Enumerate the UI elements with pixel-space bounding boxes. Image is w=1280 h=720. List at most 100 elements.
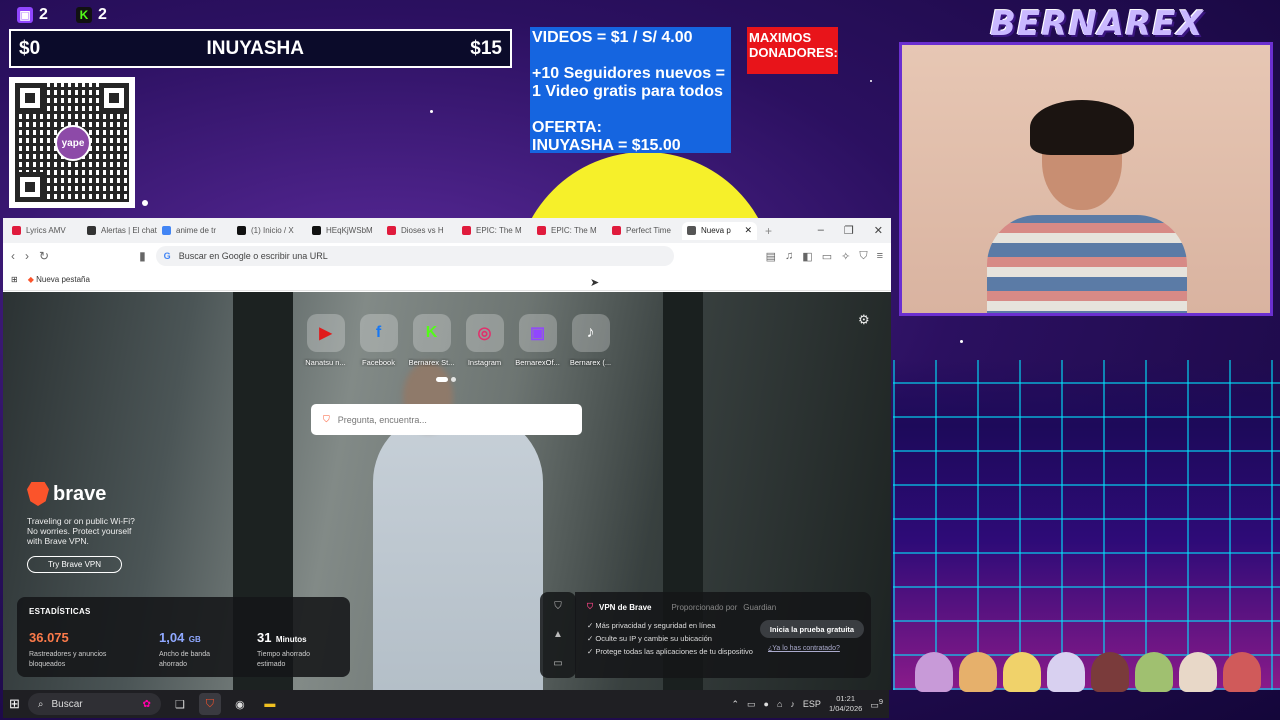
shortcut-tile[interactable]: K Bernarex St... bbox=[409, 314, 454, 367]
back-icon[interactable]: ‹ bbox=[11, 249, 15, 263]
stat-value: 1,04 bbox=[159, 630, 185, 645]
vpn-icon[interactable]: ⛉ bbox=[859, 250, 867, 263]
obs-icon[interactable]: ◉ bbox=[229, 693, 251, 715]
brave-promo-text: Traveling or on public Wi-Fi? No worries… bbox=[27, 516, 135, 546]
minimize-icon[interactable]: – bbox=[818, 224, 824, 237]
bookmark-icon[interactable]: ▮ bbox=[139, 249, 146, 263]
shortcut-tile[interactable]: ♪ Bernarex (... bbox=[568, 314, 613, 367]
shortcut-label: Nanatsu n... bbox=[305, 358, 346, 367]
brave-shield-icon bbox=[687, 226, 696, 235]
youtube-icon bbox=[612, 226, 621, 235]
wallet-icon[interactable]: ▭ bbox=[822, 250, 832, 263]
address-bar[interactable]: G Buscar en Google o escribir una URL bbox=[155, 246, 674, 266]
browser-tab[interactable]: EPIC: The M bbox=[532, 222, 607, 240]
promo-line: 1 Video gratis para todos bbox=[532, 83, 723, 100]
shortcut-pager[interactable] bbox=[436, 377, 456, 382]
webcam-feed bbox=[899, 42, 1273, 316]
shortcut-tile[interactable]: ◎ Instagram bbox=[462, 314, 507, 367]
language-indicator[interactable]: ESP bbox=[803, 699, 821, 709]
browser-tab[interactable]: anime de tr bbox=[157, 222, 232, 240]
youtube-icon bbox=[12, 226, 21, 235]
news-icon[interactable]: ▭ bbox=[553, 658, 562, 669]
start-free-trial-button[interactable]: Inicia la prueba gratuita bbox=[760, 620, 864, 638]
try-brave-vpn-button[interactable]: Try Brave VPN bbox=[27, 556, 122, 573]
bookmark-item[interactable]: ◆ Nueva pestaña bbox=[28, 275, 90, 284]
yape-logo: yape bbox=[55, 125, 91, 161]
chevron-up-icon[interactable]: ⌃ bbox=[731, 699, 739, 710]
browser-tab[interactable]: EPIC: The M bbox=[457, 222, 532, 240]
sidebar-icon[interactable]: ◧ bbox=[802, 250, 812, 263]
battery-icon[interactable]: ▭ bbox=[747, 699, 756, 710]
clock-date: 1/04/2026 bbox=[828, 704, 863, 713]
mouse-cursor-icon: ➤ bbox=[590, 277, 600, 289]
stat-value: 31 bbox=[257, 630, 272, 645]
reader-icon[interactable]: ▤ bbox=[766, 250, 776, 263]
menu-icon[interactable]: ≡ bbox=[877, 250, 883, 263]
top-donors-panel: MAXIMOS DONADORES: bbox=[747, 27, 838, 74]
stat-unit: GB bbox=[188, 635, 201, 644]
volume-icon[interactable]: ♪ bbox=[790, 699, 795, 709]
twitch-count: 2 bbox=[39, 6, 48, 23]
gear-icon[interactable]: ⚙ bbox=[858, 312, 870, 328]
stat-label: Tiempo ahorrado estimado bbox=[257, 651, 311, 668]
reload-icon[interactable]: ↻ bbox=[39, 249, 49, 263]
kick-counter: K 2 bbox=[76, 5, 107, 25]
browser-tab-active[interactable]: Nueva p ✕ bbox=[682, 221, 757, 240]
browser-tab[interactable]: Lyrics AMV bbox=[7, 222, 82, 240]
new-tab-search-box[interactable]: ⛉ Pregunta, encuentra... bbox=[311, 404, 582, 435]
brave-vpn-promo: brave Traveling or on public Wi-Fi? No w… bbox=[27, 482, 137, 573]
shortcut-label: BernarexOf... bbox=[515, 358, 560, 367]
promo-line: OFERTA: bbox=[532, 119, 602, 136]
brave-taskbar-icon[interactable]: ⛉ bbox=[198, 693, 221, 715]
notifications-icon[interactable]: ▭9 bbox=[870, 697, 883, 711]
address-placeholder: Buscar en Google o escribir una URL bbox=[178, 251, 328, 261]
x-icon bbox=[237, 226, 246, 235]
taskbar-clock[interactable]: 01:21 1/04/2026 bbox=[829, 694, 862, 714]
browser-tab[interactable]: Dioses vs H bbox=[382, 222, 457, 240]
shortcut-label: Bernarex St... bbox=[408, 358, 455, 367]
forward-icon[interactable]: › bbox=[25, 249, 29, 263]
browser-tab[interactable]: Perfect Time bbox=[607, 222, 682, 240]
vpn-provider-name: Guardian bbox=[743, 602, 777, 612]
browser-tab[interactable]: HEqKjWSbM bbox=[307, 222, 382, 240]
stat-bandwidth: 1,04 GB Ancho de banda ahorrado bbox=[159, 629, 229, 670]
tab-strip: Lyrics AMV Alertas | El chat anime de tr… bbox=[3, 218, 891, 243]
shortcut-tile[interactable]: f Facebook bbox=[356, 314, 401, 367]
vpn-provider: Proporcionado por bbox=[671, 602, 738, 612]
vpn-title: VPN de Brave bbox=[599, 602, 652, 612]
browser-tab[interactable]: (1) Inicio / X bbox=[232, 222, 307, 240]
vpn-shield-icon: ⛉ bbox=[587, 602, 593, 611]
shortcut-tile[interactable]: ▣ BernarexOf... bbox=[515, 314, 560, 367]
brave-icon: ⛉ bbox=[323, 414, 330, 424]
stat-value: 36.075 bbox=[29, 630, 69, 645]
restore-icon[interactable]: ❐ bbox=[844, 224, 854, 237]
bookmark-label: Nueva pestaña bbox=[36, 275, 90, 284]
youtube-icon bbox=[462, 226, 471, 235]
rewards-icon[interactable]: ▲ bbox=[553, 629, 563, 640]
already-purchased-link[interactable]: ¿Ya lo has contratado? bbox=[768, 645, 840, 652]
close-window-icon[interactable]: ✕ bbox=[874, 224, 883, 237]
star-decoration bbox=[142, 200, 148, 206]
network-icon[interactable]: ⌂ bbox=[777, 699, 782, 709]
windows-start-icon[interactable]: ⊞ bbox=[9, 696, 20, 712]
browser-tab[interactable]: Alertas | El chat bbox=[82, 222, 157, 240]
search-placeholder: Pregunta, encuentra... bbox=[337, 414, 427, 425]
tab-label: Alertas | El chat bbox=[101, 226, 157, 235]
instagram-icon: ◎ bbox=[465, 314, 504, 352]
apps-icon[interactable]: ⊞ bbox=[11, 275, 18, 284]
taskbar-search[interactable]: ⌕ Buscar ✿ bbox=[27, 693, 161, 715]
promo-line bbox=[532, 101, 729, 119]
file-explorer-icon[interactable]: ▬ bbox=[259, 693, 281, 715]
microphone-icon[interactable]: ● bbox=[764, 699, 769, 709]
brave-lion-icon bbox=[27, 482, 49, 506]
video-pricing-panel: VIDEOS = $1 / S/ 4.00 +10 Seguidores nue… bbox=[530, 27, 731, 154]
task-view-icon[interactable]: ❑ bbox=[169, 693, 191, 715]
new-tab-button[interactable]: + bbox=[765, 224, 772, 238]
vpn-shield-icon[interactable]: ⛉ bbox=[554, 601, 562, 612]
shortcut-label: Bernarex (... bbox=[569, 358, 612, 367]
promo-line: +10 Seguidores nuevos = bbox=[532, 65, 725, 82]
close-tab-icon[interactable]: ✕ bbox=[744, 225, 752, 236]
media-icon[interactable]: ♫ bbox=[785, 250, 793, 263]
shortcut-tile[interactable]: ▶ Nanatsu n... bbox=[303, 314, 348, 367]
leo-ai-icon[interactable]: ✧ bbox=[841, 250, 850, 263]
